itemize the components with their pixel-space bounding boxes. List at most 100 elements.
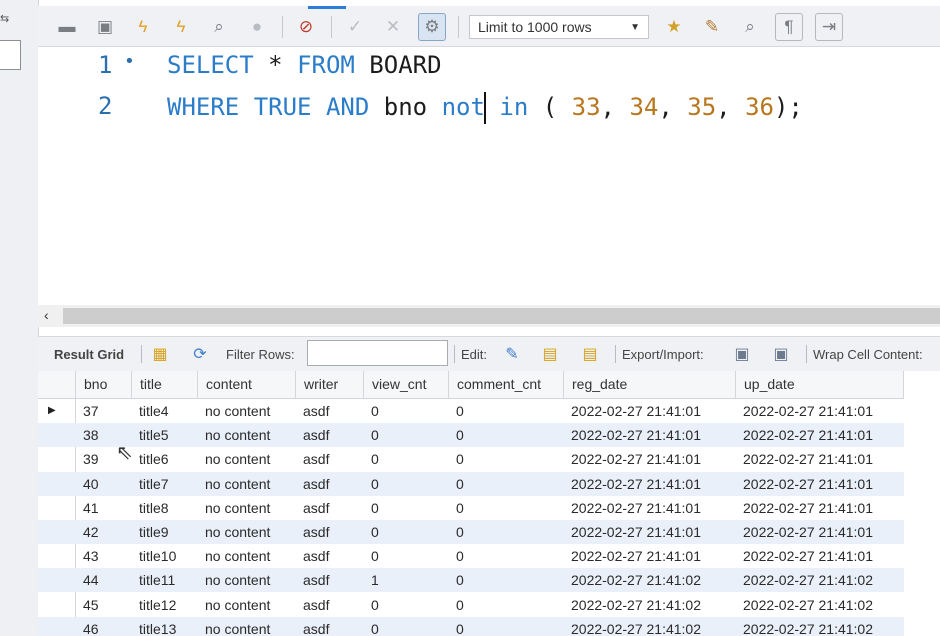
export-icon[interactable]: ▣ [730, 342, 754, 366]
table-cell[interactable]: 0 [363, 544, 448, 568]
table-cell[interactable]: 2022-02-27 21:41:01 [563, 496, 735, 520]
open-folder-icon[interactable]: ▬ [54, 14, 80, 40]
column-header[interactable]: up_date [735, 371, 904, 398]
schema-search-input[interactable] [0, 40, 21, 70]
filter-rows-input[interactable] [307, 340, 448, 366]
table-cell[interactable]: no content [197, 544, 295, 568]
table-cell[interactable]: asdf [295, 447, 363, 471]
grid-layout-icon[interactable]: ▦ [148, 342, 172, 366]
table-cell[interactable]: 2022-02-27 21:41:01 [563, 423, 735, 447]
table-cell[interactable]: 2022-02-27 21:41:01 [563, 447, 735, 471]
table-cell[interactable]: 2022-02-27 21:41:01 [563, 544, 735, 568]
autocommit-toggle-icon[interactable]: ⚙ [418, 13, 446, 41]
table-cell[interactable]: title12 [131, 593, 197, 617]
table-cell[interactable]: no content [197, 520, 295, 544]
column-header[interactable]: reg_date [563, 371, 735, 398]
table-cell[interactable]: 1 [363, 568, 448, 592]
table-cell[interactable]: no content [197, 593, 295, 617]
table-cell[interactable]: 0 [363, 593, 448, 617]
table-cell[interactable]: 2022-02-27 21:41:02 [563, 617, 735, 636]
stop-icon[interactable]: ● [244, 14, 270, 40]
table-cell[interactable]: title4 [131, 399, 197, 423]
table-cell[interactable]: 2022-02-27 21:41:02 [735, 617, 904, 636]
table-cell[interactable]: title6 [131, 447, 197, 471]
table-cell[interactable]: 2022-02-27 21:41:01 [735, 447, 904, 471]
table-row[interactable]: 44 title11 no content asdf 1 0 2022-02-27 21:4… [38, 568, 904, 593]
table-row[interactable]: 46 title13 no content asdf 0 0 2022-02-27 21:4… [38, 616, 904, 636]
brush-icon[interactable]: ✎ [699, 14, 725, 40]
table-cell[interactable]: asdf [295, 423, 363, 447]
table-cell[interactable]: 0 [448, 544, 563, 568]
table-cell[interactable]: 2022-02-27 21:41:01 [563, 399, 735, 423]
execute-current-icon[interactable]: ϟ [168, 14, 194, 40]
table-cell[interactable]: 0 [363, 447, 448, 471]
column-header[interactable]: title [131, 371, 197, 398]
table-cell[interactable]: 2022-02-27 21:41:02 [563, 593, 735, 617]
table-cell[interactable]: 2022-02-27 21:41:02 [735, 593, 904, 617]
explain-magnifier-icon[interactable]: ⌕ [206, 14, 232, 40]
word-wrap-icon[interactable]: ⇥ [815, 13, 843, 41]
edit-row-icon[interactable]: ✎ [500, 342, 524, 366]
table-cell[interactable]: no content [197, 447, 295, 471]
table-cell[interactable]: 2022-02-27 21:41:01 [563, 520, 735, 544]
table-cell[interactable]: title5 [131, 423, 197, 447]
table-cell[interactable]: title13 [131, 617, 197, 636]
table-cell[interactable]: asdf [295, 520, 363, 544]
table-cell[interactable]: title8 [131, 496, 197, 520]
table-cell[interactable]: 42 [75, 520, 131, 544]
table-cell[interactable]: asdf [295, 472, 363, 496]
find-icon[interactable]: ⌕ [737, 14, 763, 40]
table-cell[interactable]: 0 [448, 496, 563, 520]
table-cell[interactable]: 0 [448, 447, 563, 471]
table-row[interactable]: 40 title7 no content asdf 0 0 2022-02-27 21:41… [38, 471, 904, 496]
table-cell[interactable]: asdf [295, 399, 363, 423]
table-row[interactable]: 41 title8 no content asdf 0 0 2022-02-27 21:41… [38, 496, 904, 520]
table-cell[interactable]: 0 [363, 399, 448, 423]
table-cell[interactable]: 37 [75, 399, 131, 423]
table-cell[interactable]: no content [197, 472, 295, 496]
table-cell[interactable]: 0 [363, 520, 448, 544]
table-cell[interactable]: asdf [295, 544, 363, 568]
table-cell[interactable]: 2022-02-27 21:41:02 [735, 568, 904, 592]
panel-toggle-icon[interactable]: ⇆ [0, 12, 9, 25]
scrollbar-thumb[interactable] [63, 308, 940, 324]
table-cell[interactable]: 0 [363, 617, 448, 636]
table-row[interactable]: 43 title10 no content asdf 0 0 2022-02-27 21:4… [38, 544, 904, 568]
table-cell[interactable]: no content [197, 617, 295, 636]
toggle-error-icon[interactable]: ⊘ [293, 14, 319, 40]
table-cell[interactable]: asdf [295, 568, 363, 592]
table-cell[interactable]: 2022-02-27 21:41:01 [735, 472, 904, 496]
result-grid-tab[interactable]: Result Grid [54, 337, 124, 371]
save-icon[interactable]: ▣ [92, 14, 118, 40]
table-cell[interactable]: title10 [131, 544, 197, 568]
table-cell[interactable]: 45 [75, 593, 131, 617]
table-cell[interactable]: 2022-02-27 21:41:02 [563, 568, 735, 592]
editor-horizontal-scrollbar[interactable]: ‹ [38, 305, 940, 327]
table-cell[interactable]: asdf [295, 617, 363, 636]
import-icon[interactable]: ▣ [769, 342, 793, 366]
table-cell[interactable]: title11 [131, 568, 197, 592]
table-cell[interactable]: 40 [75, 472, 131, 496]
table-cell[interactable]: 2022-02-27 21:41:01 [735, 544, 904, 568]
table-cell[interactable]: 0 [363, 423, 448, 447]
table-cell[interactable]: 0 [448, 423, 563, 447]
execute-icon[interactable]: ϟ [130, 14, 156, 40]
table-cell[interactable]: 0 [363, 496, 448, 520]
table-row[interactable]: 42 title9 no content asdf 0 0 2022-02-27 21:41… [38, 520, 904, 544]
table-cell[interactable]: 0 [448, 617, 563, 636]
column-header[interactable]: bno [75, 371, 131, 398]
table-cell[interactable]: 2022-02-27 21:41:01 [563, 472, 735, 496]
invisible-chars-icon[interactable]: ¶ [775, 13, 803, 41]
column-header[interactable]: comment_cnt [448, 371, 563, 398]
table-cell[interactable]: 43 [75, 544, 131, 568]
beautify-star-icon[interactable]: ★ [661, 14, 687, 40]
rollback-icon[interactable]: ✕ [380, 14, 406, 40]
limit-rows-select[interactable]: Limit to 1000 rows ▼ [469, 15, 649, 39]
table-cell[interactable]: no content [197, 423, 295, 447]
column-header[interactable]: content [197, 371, 295, 398]
delete-row-icon[interactable]: ▤ [578, 342, 602, 366]
table-row[interactable]: 39 title6 no content asdf 0 0 2022-02-27 21:41… [38, 447, 904, 471]
table-cell[interactable]: no content [197, 399, 295, 423]
table-cell[interactable]: title7 [131, 472, 197, 496]
table-cell[interactable]: title9 [131, 520, 197, 544]
